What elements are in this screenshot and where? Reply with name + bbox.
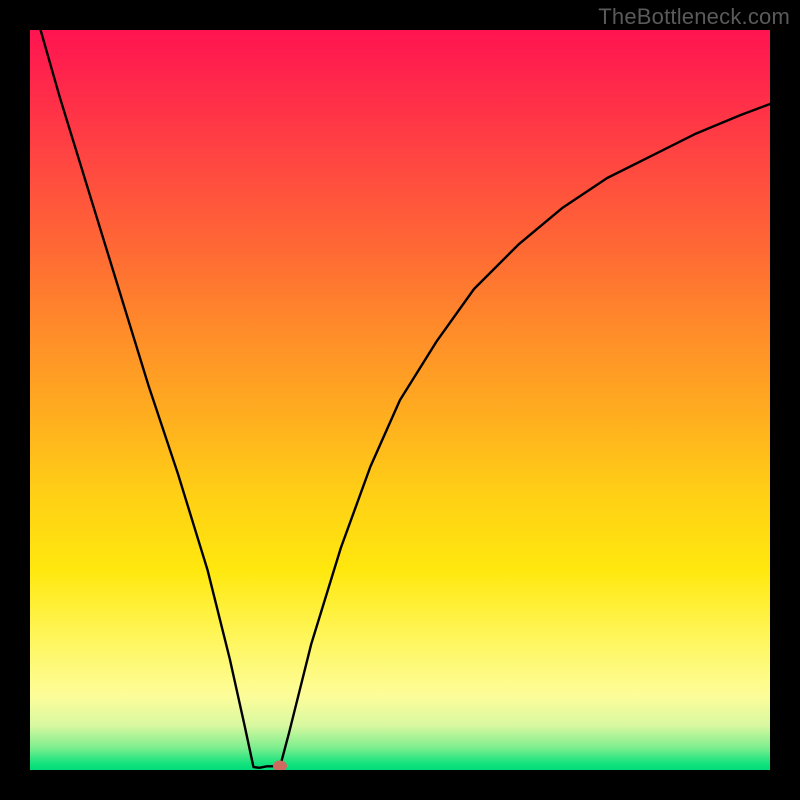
bottleneck-curve xyxy=(30,30,770,768)
watermark-text: TheBottleneck.com xyxy=(598,4,790,30)
curve-svg xyxy=(30,30,770,770)
plot-area xyxy=(30,30,770,770)
chart-frame: TheBottleneck.com xyxy=(0,0,800,800)
minimum-marker-icon xyxy=(273,760,287,770)
